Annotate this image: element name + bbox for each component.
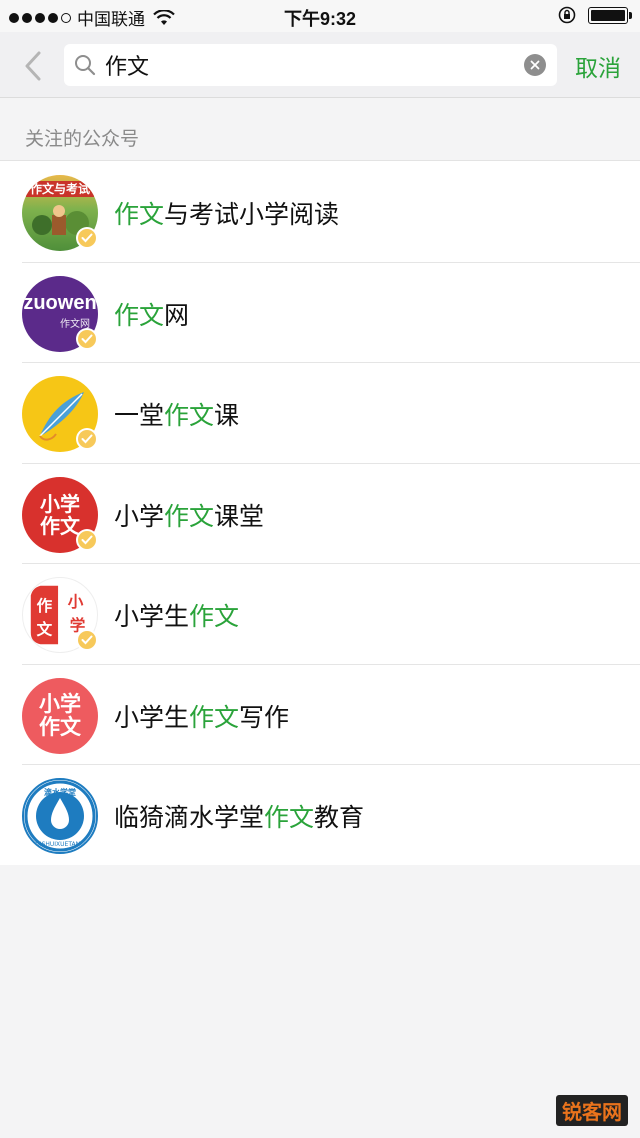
avatar-text: 小学作文: [39, 691, 81, 739]
back-button[interactable]: [18, 46, 48, 86]
avatar: 作文与考试: [22, 175, 102, 255]
verified-badge-icon: [76, 227, 98, 249]
account-list: 作文与考试 作文与考试小学阅读 zuowen 作文网 作文网 一堂作文课 小学作…: [0, 160, 640, 865]
svg-text:滴水学堂: 滴水学堂: [44, 787, 76, 797]
list-item[interactable]: 滴水学堂 DISHUIXUETANG 临猗滴水学堂作文教育: [0, 764, 640, 865]
cancel-button[interactable]: 取消: [575, 49, 621, 83]
avatar: [22, 376, 102, 456]
watermark: 锐客网: [556, 1095, 628, 1126]
search-input[interactable]: [105, 47, 505, 83]
svg-text:文: 文: [37, 619, 53, 638]
avatar: zuowen 作文网: [22, 275, 102, 356]
battery-icon: [588, 6, 632, 24]
account-name: 临猗滴水学堂作文教育: [114, 803, 365, 832]
account-name: 小学生作文: [114, 602, 240, 631]
avatar-text: 小学作文: [40, 491, 80, 538]
list-item[interactable]: 小学作文 小学作文课堂: [0, 462, 640, 564]
watermark-logo: 锐客网: [556, 1095, 628, 1126]
verified-badge-icon: [76, 629, 98, 651]
svg-text:小: 小: [68, 593, 84, 611]
avatar-logo-text: zuowen: [23, 291, 97, 314]
account-name: 作文网: [114, 300, 190, 330]
avatar: 小学作文: [22, 677, 102, 758]
rotation-lock-icon: [558, 6, 576, 24]
list-item[interactable]: 作文与考试 作文与考试小学阅读: [0, 161, 640, 262]
section-title: 关注的公众号: [25, 128, 140, 150]
search-box[interactable]: [64, 44, 557, 86]
account-name: 小学作文课堂: [114, 501, 265, 531]
water-drop-logo-icon: 滴水学堂 DISHUIXUETANG: [24, 780, 96, 852]
status-time: 下午9:32: [283, 9, 357, 29]
close-icon: [530, 60, 540, 70]
account-name: 小学生作文写作: [114, 702, 290, 732]
account-avatar: 滴水学堂 DISHUIXUETANG: [22, 778, 98, 854]
account-avatar: 小学作文: [22, 677, 98, 754]
avatar: 作 文 小 学: [22, 577, 102, 657]
verified-badge-icon: [76, 428, 98, 450]
avatar: 小学作文: [22, 476, 102, 557]
clear-search-button[interactable]: [524, 54, 546, 76]
account-name: 一堂作文课: [114, 401, 240, 430]
avatar: 滴水学堂 DISHUIXUETANG: [22, 778, 102, 858]
svg-text:作: 作: [37, 596, 53, 615]
account-name: 作文与考试小学阅读: [114, 200, 340, 229]
list-item[interactable]: 作 文 小 学 小学生作文: [0, 563, 640, 664]
search-header: 取消: [0, 32, 640, 98]
battery-fill: [591, 9, 625, 21]
search-icon: [75, 55, 96, 76]
svg-text:DISHUIXUETANG: DISHUIXUETANG: [35, 841, 85, 848]
verified-badge-icon: [76, 327, 98, 350]
list-item[interactable]: 一堂作文课: [0, 362, 640, 463]
status-bar: 中国联通 下午9:32: [0, 0, 640, 32]
verified-badge-icon: [76, 528, 98, 551]
list-item[interactable]: zuowen 作文网 作文网: [0, 261, 640, 363]
chevron-left-icon: [25, 51, 41, 81]
status-right: [558, 6, 632, 24]
list-item[interactable]: 小学作文 小学生作文写作: [0, 663, 640, 765]
